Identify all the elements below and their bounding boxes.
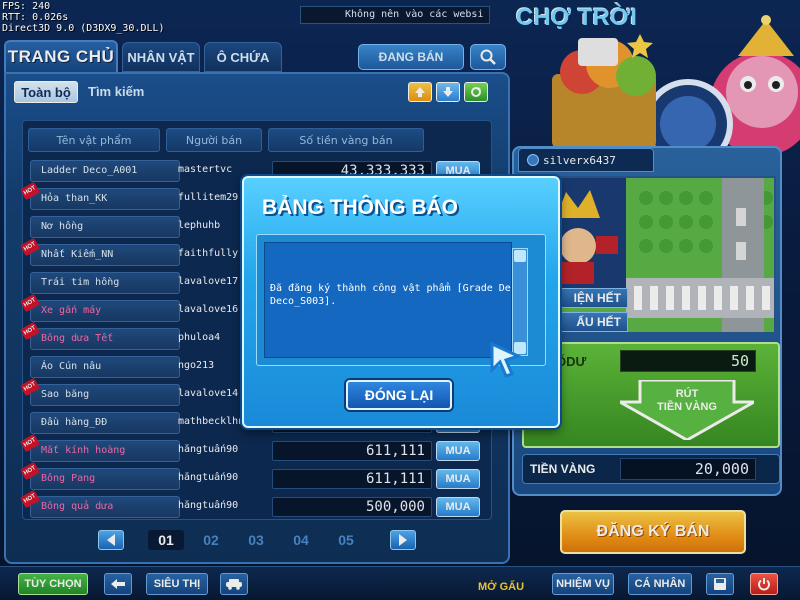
mouse-cursor-icon [490, 341, 523, 378]
debug-overlay: FPS: 240 RTT: 0.026s Direct3D 9.0 (D3DX9… [2, 1, 165, 34]
dialog-title: BẢNG THÔNG BÁO [262, 196, 458, 219]
renderer-readout: Direct3D 9.0 (D3DX9_30.DLL) [2, 23, 165, 34]
dialog-message: Đã đăng ký thành công vật phẩm [Grade De… [270, 283, 511, 307]
rtt-readout: RTT: 0.026s [2, 12, 69, 23]
dialog-close-button[interactable]: ĐÓNG LẠI [346, 380, 452, 410]
game-screen: FPS: 240 RTT: 0.026s Direct3D 9.0 (D3DX9… [0, 0, 800, 600]
fps-readout: FPS: 240 [2, 1, 51, 12]
scroll-up-icon[interactable] [514, 250, 526, 262]
